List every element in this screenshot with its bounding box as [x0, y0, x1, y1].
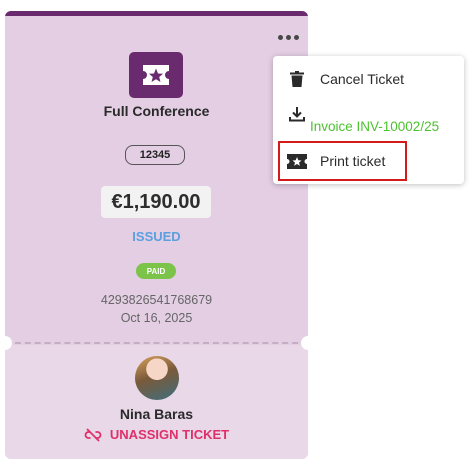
- ticket-price: €1,190.00: [101, 186, 211, 218]
- ticket-card: Full Conference 12345 €1,190.00 ISSUED P…: [5, 11, 308, 459]
- ticket-actions-menu: Cancel Ticket Invoice INV-10002/25 Print…: [273, 56, 464, 184]
- ticket-top-bar: [5, 11, 308, 16]
- ticket-date: Oct 16, 2025: [120, 311, 193, 325]
- ticket-icon: [287, 153, 307, 169]
- menu-item-print-ticket[interactable]: Print ticket: [273, 146, 464, 176]
- avatar: [135, 356, 179, 400]
- attendee-name: Nina Baras: [119, 406, 194, 422]
- more-options-button[interactable]: [276, 30, 300, 44]
- ticket-perforation: [5, 342, 308, 344]
- unassign-ticket-button[interactable]: UNASSIGN TICKET: [5, 427, 308, 442]
- ticket-star-icon: [143, 65, 169, 85]
- trash-icon: [287, 71, 307, 87]
- unassign-ticket-label: UNASSIGN TICKET: [109, 427, 230, 442]
- menu-item-cancel-ticket[interactable]: Cancel Ticket: [273, 64, 464, 94]
- ticket-title: Full Conference: [103, 103, 210, 119]
- download-icon: [287, 106, 307, 122]
- dot-icon: [285, 34, 291, 40]
- menu-item-label: Cancel Ticket: [320, 71, 405, 87]
- menu-item-label: Invoice INV-10002/25: [310, 119, 440, 134]
- menu-item-label: Print ticket: [320, 153, 386, 169]
- unlink-icon: [84, 427, 102, 442]
- dot-icon: [293, 34, 299, 40]
- menu-item-invoice[interactable]: Invoice INV-10002/25: [273, 107, 464, 137]
- payment-status-badge: PAID: [136, 263, 176, 279]
- ticket-type-icon: [129, 52, 183, 98]
- ticket-code-badge: 12345: [125, 145, 185, 165]
- ticket-status: ISSUED: [132, 229, 181, 244]
- dot-icon: [277, 34, 283, 40]
- ticket-number: 4293826541768679: [100, 293, 213, 307]
- ticket-notch-right: [301, 336, 308, 350]
